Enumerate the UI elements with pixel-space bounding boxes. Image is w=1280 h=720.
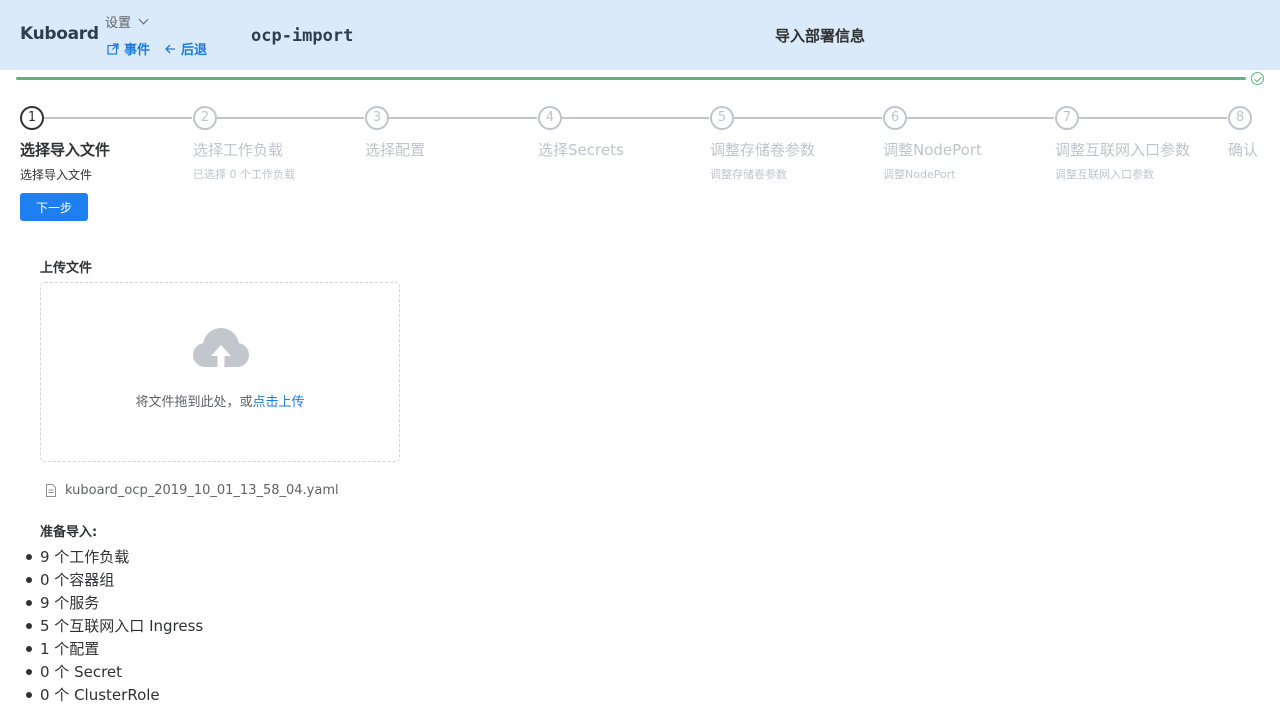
step-7-title: 调整互联网入口参数 <box>1055 141 1191 159</box>
step-7-desc: 调整互联网入口参数 <box>1055 168 1154 181</box>
step-6-title: 调整NodePort <box>883 141 982 159</box>
arrow-left-icon <box>165 44 176 53</box>
step-5-desc: 调整存储卷参数 <box>710 168 787 181</box>
settings-dropdown[interactable]: 设置 <box>105 12 149 31</box>
step-5-number: 5 <box>710 106 734 130</box>
top-header: Kuboard 设置 事件 后退 ocp-import 导入部署信息 <box>0 0 1280 70</box>
step-2-number: 2 <box>193 106 217 130</box>
step-1-desc: 选择导入文件 <box>20 168 93 182</box>
prepare-label: 准备导入: <box>40 525 98 540</box>
document-icon <box>46 484 56 497</box>
progress-bar <box>16 77 1246 80</box>
prepare-list: 9 个工作负载 0 个容器组 9 个服务 5 个互联网入口 Ingress 1 … <box>24 546 203 707</box>
list-item: 9 个工作负载 <box>24 546 203 569</box>
list-item: 0 个容器组 <box>24 569 203 592</box>
list-item: 5 个互联网入口 Ingress <box>24 615 203 638</box>
step-connector <box>907 117 1054 119</box>
step-8-number: 8 <box>1228 106 1252 130</box>
step-3-number: 3 <box>365 106 389 130</box>
events-label: 事件 <box>124 43 151 58</box>
step-connector <box>1079 117 1227 119</box>
brand-logo[interactable]: Kuboard <box>20 24 99 44</box>
settings-label: 设置 <box>105 16 132 31</box>
external-link-icon <box>107 42 119 55</box>
check-circle-icon <box>1251 72 1264 85</box>
drop-hint: 将文件拖到此处，或点击上传 <box>41 391 399 410</box>
step-6-desc: 调整NodePort <box>883 168 956 181</box>
events-link[interactable]: 事件 <box>107 39 150 58</box>
step-4-number: 4 <box>538 106 562 130</box>
list-item: 1 个配置 <box>24 638 203 661</box>
namespace-name: ocp-import <box>251 26 354 46</box>
chevron-down-icon <box>138 14 149 25</box>
file-name: kuboard_ocp_2019_10_01_13_58_04.yaml <box>65 483 339 498</box>
step-1-number: 1 <box>20 106 44 130</box>
step-connector <box>217 117 364 119</box>
drop-hint-text: 将文件拖到此处，或 <box>135 395 253 410</box>
page-title: 导入部署信息 <box>774 27 865 45</box>
step-4-title: 选择Secrets <box>538 141 624 159</box>
header-links: 事件 后退 <box>107 39 207 58</box>
next-step-button[interactable]: 下一步 <box>20 193 88 221</box>
list-item: 9 个服务 <box>24 592 203 615</box>
step-connector <box>44 117 192 119</box>
step-7-number: 7 <box>1055 106 1079 130</box>
back-label: 后退 <box>181 43 208 58</box>
back-link[interactable]: 后退 <box>164 39 207 58</box>
list-item: 0 个 ClusterRole <box>24 684 203 707</box>
upload-dropzone[interactable]: 将文件拖到此处，或点击上传 <box>40 282 400 462</box>
step-3-title: 选择配置 <box>365 141 426 159</box>
step-2-title: 选择工作负载 <box>193 141 284 159</box>
step-5-title: 调整存储卷参数 <box>710 141 816 159</box>
step-connector <box>734 117 882 119</box>
step-8-title: 确认 <box>1228 141 1259 159</box>
step-6-number: 6 <box>883 106 907 130</box>
cloud-upload-icon <box>193 328 249 371</box>
upload-label: 上传文件 <box>40 261 93 276</box>
step-connector <box>562 117 709 119</box>
uploaded-file-item[interactable]: kuboard_ocp_2019_10_01_13_58_04.yaml <box>45 483 339 498</box>
click-upload-link[interactable]: 点击上传 <box>253 395 305 410</box>
step-1-title: 选择导入文件 <box>20 141 111 159</box>
step-2-desc: 已选择 0 个工作负载 <box>193 168 295 181</box>
list-item: 0 个 Secret <box>24 661 203 684</box>
step-connector <box>389 117 537 119</box>
